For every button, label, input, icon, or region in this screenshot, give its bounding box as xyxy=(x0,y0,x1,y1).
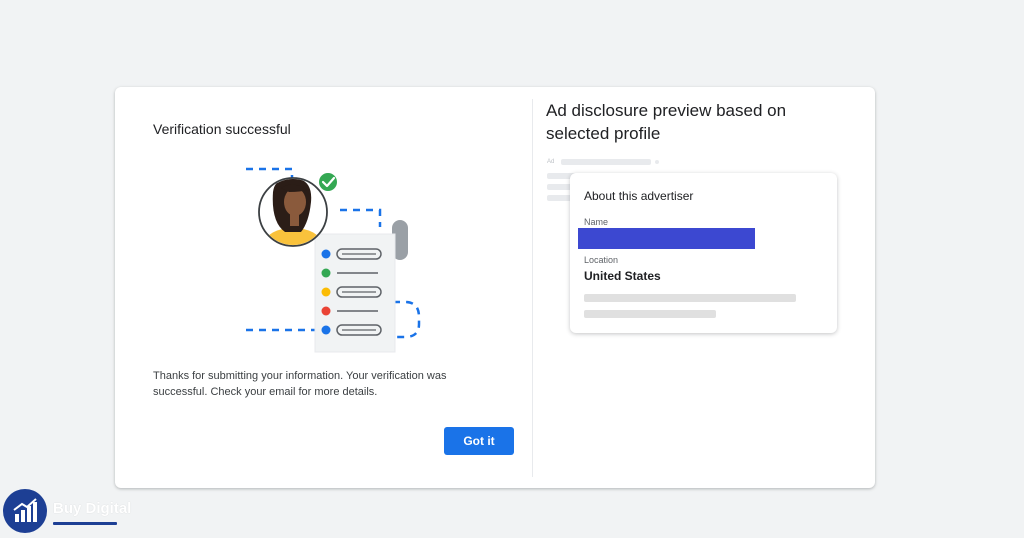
watermark-text: Buy Digital xyxy=(53,500,132,517)
verification-dialog: Verification successful Thanks for submi… xyxy=(115,87,875,488)
panel-divider xyxy=(532,99,533,477)
name-label: Name xyxy=(584,217,609,227)
location-label: Location xyxy=(584,255,619,265)
about-advertiser-title: About this advertiser xyxy=(584,189,694,203)
advertiser-placeholder-line xyxy=(584,294,796,302)
location-value: United States xyxy=(584,269,661,283)
preview-placeholder-dot xyxy=(655,160,659,164)
checkmark-circle-icon xyxy=(317,171,339,193)
preview-title: Ad disclosure preview based on selected … xyxy=(546,101,787,143)
document-checklist-illustration xyxy=(220,167,421,353)
preview-placeholder-line xyxy=(561,159,651,165)
verification-title: Verification successful xyxy=(153,121,291,137)
verification-message: Thanks for submitting your information. … xyxy=(153,370,447,398)
about-advertiser-card: About this advertiser Name Location Unit… xyxy=(570,173,837,333)
watermark-logo: Buy Digital xyxy=(3,489,153,535)
advertiser-placeholder-line xyxy=(584,310,716,318)
watermark-underline xyxy=(53,522,117,525)
name-redacted-value xyxy=(578,228,755,249)
bar-chart-growth-icon xyxy=(3,489,47,533)
page: Verification successful Thanks for submi… xyxy=(0,0,1024,538)
verification-illustration xyxy=(220,162,435,362)
preview-ad-label: Ad xyxy=(547,159,555,165)
got-it-button[interactable]: Got it xyxy=(444,427,514,455)
